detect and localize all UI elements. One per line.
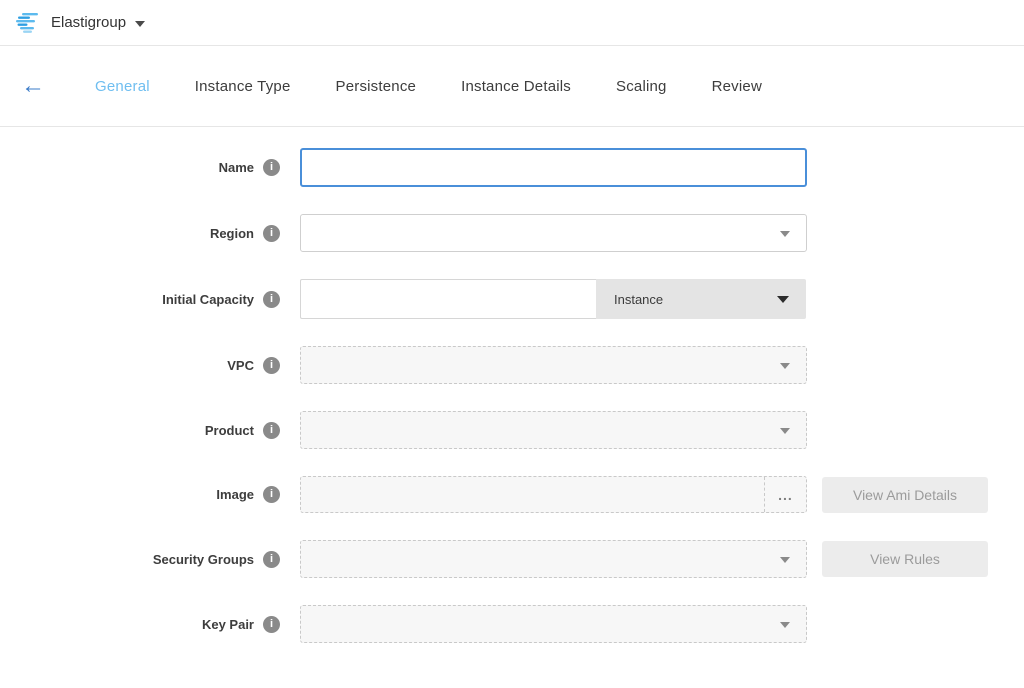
- name-label: Name: [219, 160, 254, 175]
- product-label: Product: [205, 423, 254, 438]
- vpc-select: [300, 346, 807, 384]
- region-select[interactable]: [300, 214, 807, 252]
- region-info-icon[interactable]: i: [263, 225, 280, 242]
- wizard-tabs: General Instance Type Persistence Instan…: [95, 78, 807, 95]
- product-row: Product i: [0, 411, 1024, 449]
- tab-review[interactable]: Review: [712, 78, 762, 95]
- image-info-icon[interactable]: i: [263, 486, 280, 503]
- tab-general[interactable]: General: [95, 78, 150, 95]
- elastigroup-logo-icon: [14, 12, 40, 34]
- region-label: Region: [210, 226, 254, 241]
- vpc-row: VPC i: [0, 346, 1024, 384]
- view-ami-details-button[interactable]: View Ami Details: [822, 477, 988, 513]
- initial-capacity-row: Initial Capacity i Instance: [0, 279, 1024, 319]
- tab-instance-details[interactable]: Instance Details: [461, 78, 571, 95]
- app-header: Elastigroup: [0, 0, 1024, 46]
- chevron-down-icon: [777, 296, 789, 303]
- chevron-down-icon: [780, 557, 790, 563]
- chevron-down-icon: [780, 231, 790, 237]
- name-row: Name i: [0, 148, 1024, 187]
- image-row: Image i ... View Ami Details: [0, 476, 1024, 513]
- product-select: [300, 411, 807, 449]
- security-groups-label: Security Groups: [153, 552, 254, 567]
- region-row: Region i: [0, 214, 1024, 252]
- chevron-down-icon: [780, 428, 790, 434]
- tab-instance-type[interactable]: Instance Type: [195, 78, 291, 95]
- app-switcher-caret-icon[interactable]: [135, 21, 145, 27]
- security-groups-row: Security Groups i View Rules: [0, 540, 1024, 578]
- tab-persistence[interactable]: Persistence: [336, 78, 417, 95]
- security-groups-info-icon[interactable]: i: [263, 551, 280, 568]
- initial-capacity-info-icon[interactable]: i: [263, 291, 280, 308]
- image-label: Image: [216, 487, 254, 502]
- image-browse-button: ...: [764, 477, 806, 512]
- chevron-down-icon: [780, 622, 790, 628]
- initial-capacity-label: Initial Capacity: [162, 292, 254, 307]
- security-groups-select: [300, 540, 807, 578]
- product-info-icon[interactable]: i: [263, 422, 280, 439]
- key-pair-info-icon[interactable]: i: [263, 616, 280, 633]
- vpc-label: VPC: [227, 358, 254, 373]
- capacity-unit-value: Instance: [614, 292, 663, 307]
- capacity-unit-dropdown[interactable]: Instance: [596, 279, 806, 319]
- key-pair-select: [300, 605, 807, 643]
- vpc-info-icon[interactable]: i: [263, 357, 280, 374]
- general-form: Name i Region i Initial Capacity i Insta…: [0, 127, 1024, 643]
- back-arrow-icon[interactable]: ←: [21, 74, 45, 98]
- key-pair-label: Key Pair: [202, 617, 254, 632]
- name-info-icon[interactable]: i: [263, 159, 280, 176]
- image-input: ...: [300, 476, 807, 513]
- tab-scaling[interactable]: Scaling: [616, 78, 667, 95]
- chevron-down-icon: [780, 363, 790, 369]
- key-pair-row: Key Pair i: [0, 605, 1024, 643]
- initial-capacity-input[interactable]: [300, 279, 596, 319]
- view-rules-button[interactable]: View Rules: [822, 541, 988, 577]
- name-input[interactable]: [300, 148, 807, 187]
- wizard-tabbar: ← General Instance Type Persistence Inst…: [0, 46, 1024, 127]
- app-switcher-title[interactable]: Elastigroup: [51, 14, 126, 31]
